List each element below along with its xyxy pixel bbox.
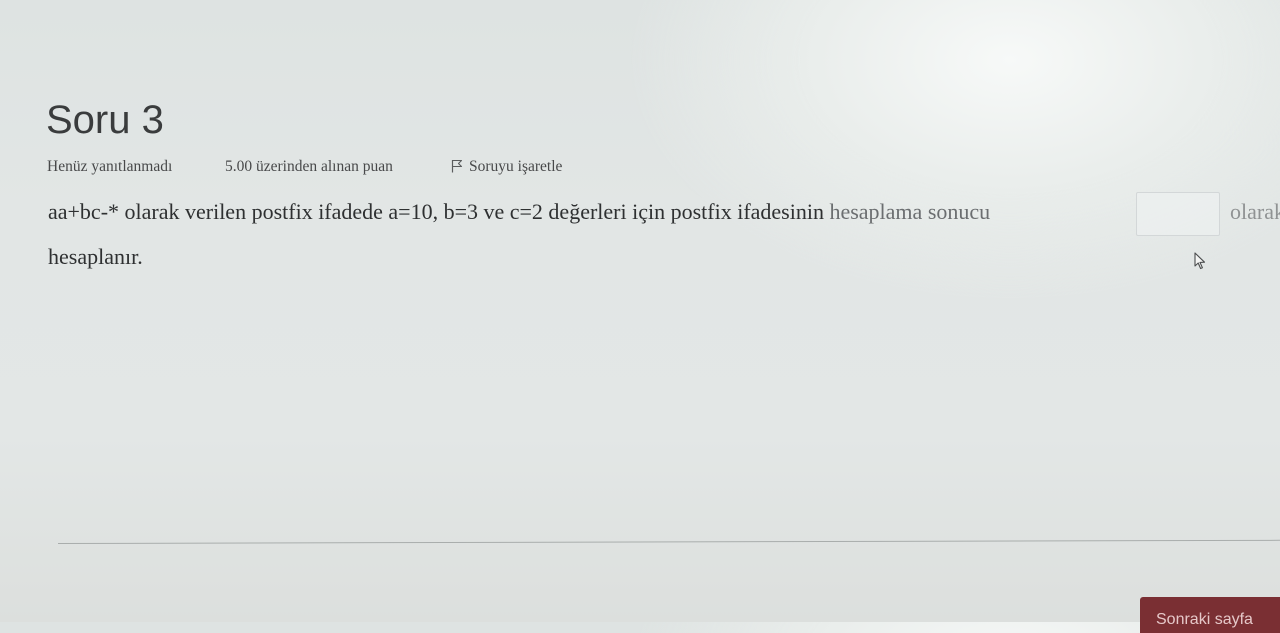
question-grade: 5.00 üzerinden alınan puan xyxy=(225,158,393,175)
answer-input[interactable] xyxy=(1136,192,1220,236)
flag-question-button[interactable]: Soruyu işaretle xyxy=(451,158,562,176)
flag-question-label: Soruyu işaretle xyxy=(469,158,563,175)
flag-icon xyxy=(451,159,463,173)
question-text-main: aa+bc-* olarak verilen postfix ifadede a… xyxy=(48,199,830,224)
question-text-end: hesaplanır. xyxy=(48,244,143,269)
question-title: Soru 3 xyxy=(46,98,164,142)
next-page-button[interactable]: Sonraki sayfa xyxy=(1140,597,1280,633)
question-state: Henüz yanıtlanmadı xyxy=(47,158,173,175)
question-text-line1: aa+bc-* olarak verilen postfix ifadede a… xyxy=(48,196,990,228)
question-text-after: olarak xyxy=(1230,199,1280,224)
divider xyxy=(57,539,1280,544)
question-text-faint: hesaplama sonucu xyxy=(829,199,991,224)
mouse-pointer-icon xyxy=(1194,252,1206,270)
